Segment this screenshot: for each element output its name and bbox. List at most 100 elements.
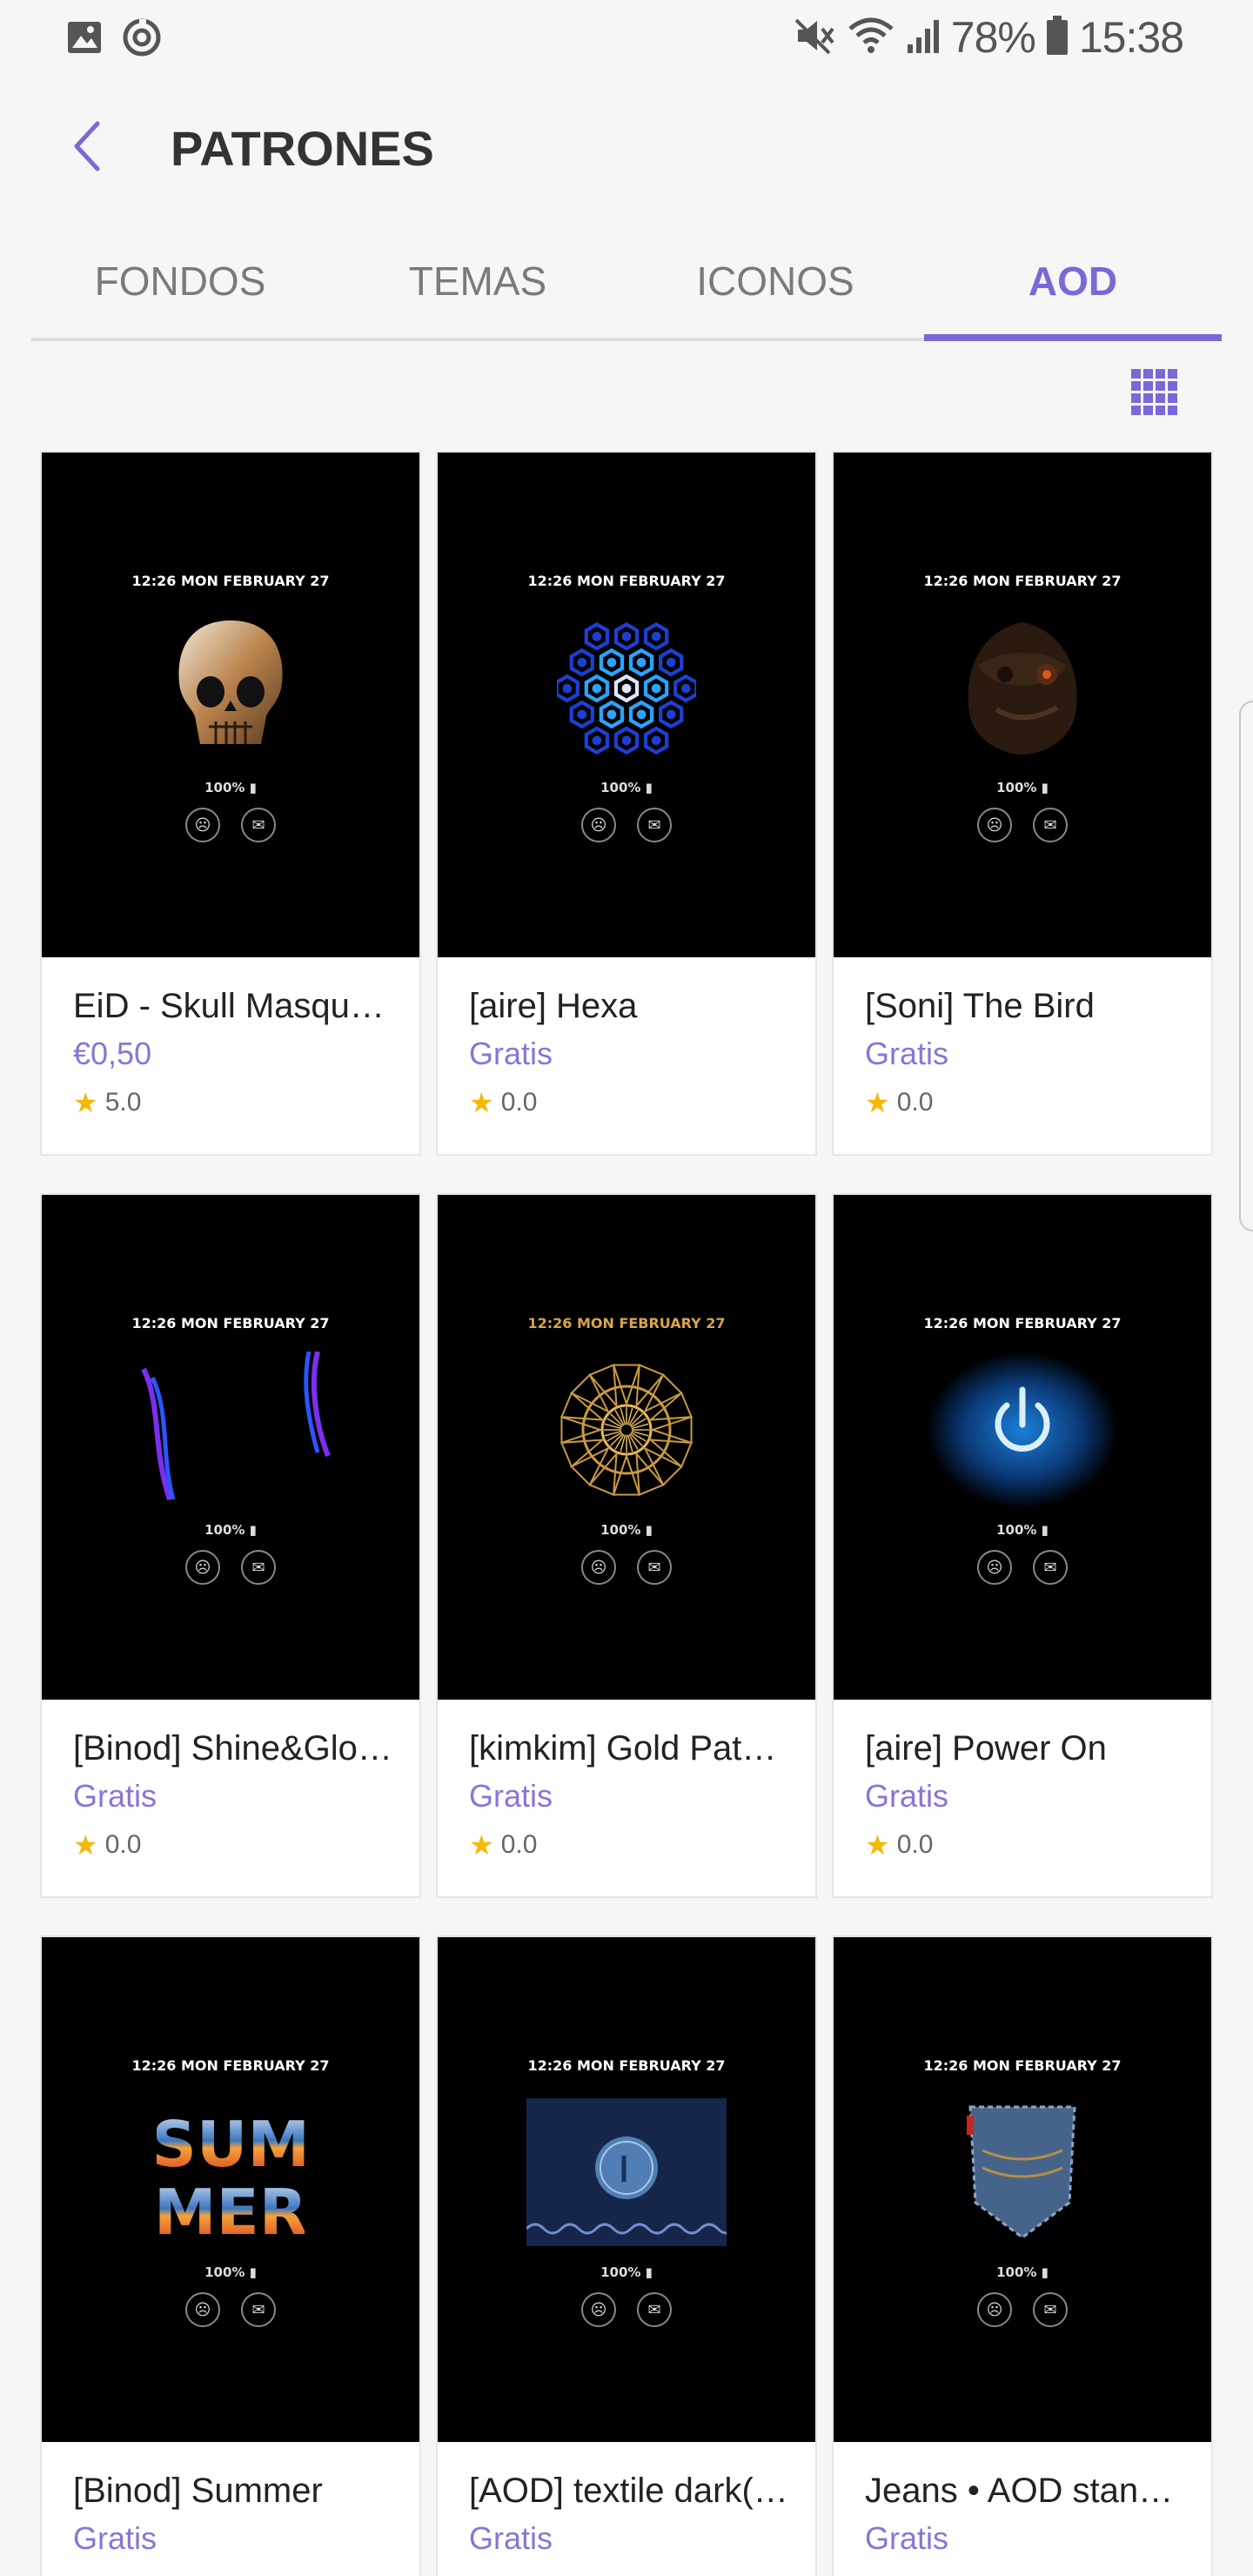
theme-preview-image[interactable]: 12:26 MON FEBRUARY 27 SUM MER 100% ▮ ☹ ✉ (42, 1937, 419, 2442)
tab-iconos[interactable]: ICONOS (626, 235, 924, 338)
theme-card[interactable]: 12:26 MON FEBRUARY 27 SUM MER 100% ▮ ☹ ✉… (40, 1935, 421, 2576)
theme-card[interactable]: 12:26 MON FEBRUARY 27 100% ▮ ☹ ✉ EiD - S… (40, 451, 421, 1156)
message-icon: ✉ (241, 808, 276, 842)
tab-fondos[interactable]: FONDOS (31, 235, 329, 338)
star-icon: ★ (865, 1087, 890, 1118)
missed-call-icon: ☹ (581, 2292, 616, 2327)
theme-price: Gratis (73, 2520, 157, 2556)
theme-preview-image[interactable]: 12:26 MON FEBRUARY 27 100% ▮ ☹ ✉ (42, 453, 419, 957)
gallery-icon (66, 20, 103, 59)
theme-title: [aire] Hexa (469, 987, 638, 1025)
preview-time: 12:26 MON FEBRUARY 27 (131, 2057, 330, 2074)
preview-artwork (438, 609, 815, 766)
theme-preview-image[interactable]: 12:26 MON FEBRUARY 27 100% ▮ ☹ ✉ (834, 1195, 1211, 1700)
message-icon: ✉ (637, 1550, 672, 1585)
theme-preview-image[interactable]: 12:26 MON FEBRUARY 27 100% ▮ ☹ ✉ (834, 1937, 1211, 2442)
scroll-indicator[interactable] (1239, 701, 1253, 1231)
clock: 15:38 (1078, 13, 1184, 62)
star-icon: ★ (469, 1829, 494, 1861)
message-icon: ✉ (241, 1550, 276, 1585)
app-header: PATRONES (0, 104, 1253, 191)
preview-battery: 100% ▮ (600, 2264, 653, 2280)
preview-time: 12:26 MON FEBRUARY 27 (131, 1315, 330, 1332)
theme-card[interactable]: 12:26 MON FEBRUARY 27 100% ▮ ☹ ✉ Jeans •… (832, 1935, 1213, 2576)
signal-icon (906, 17, 941, 59)
status-bar: 78% 15:38 (0, 0, 1253, 75)
missed-call-icon: ☹ (977, 2292, 1012, 2327)
message-icon: ✉ (1033, 2292, 1068, 2327)
preview-battery: 100% ▮ (204, 780, 257, 795)
theme-rating: ★ 0.0 (865, 1086, 933, 1119)
preview-time: 12:26 MON FEBRUARY 27 (923, 2057, 1122, 2074)
sync-icon (122, 17, 162, 62)
missed-call-icon: ☹ (977, 1550, 1012, 1585)
battery-percent: 78% (950, 13, 1036, 62)
preview-time: 12:26 MON FEBRUARY 27 (131, 573, 330, 589)
star-icon: ★ (73, 1829, 98, 1861)
tab-temas[interactable]: TEMAS (329, 235, 626, 338)
theme-preview-image[interactable]: 12:26 MON FEBRUARY 27 100% ▮ ☹ ✉ (438, 1937, 815, 2442)
missed-call-icon: ☹ (185, 1550, 220, 1585)
theme-title: [AOD] textile dark(… (469, 2472, 788, 2510)
missed-call-icon: ☹ (977, 808, 1012, 842)
theme-card[interactable]: 12:26 MON FEBRUARY 27 100% ▮ ☹ ✉ [Binod]… (40, 1193, 421, 1898)
theme-price: Gratis (865, 2520, 949, 2556)
missed-call-icon: ☹ (185, 2292, 220, 2327)
theme-preview-image[interactable]: 12:26 MON FEBRUARY 27 100% ▮ ☹ ✉ (834, 453, 1211, 957)
theme-rating: ★ 0.0 (73, 1828, 141, 1862)
theme-price: Gratis (469, 1036, 553, 1071)
theme-title: [kimkim] Gold Pat… (469, 1729, 777, 1768)
preview-battery: 100% ▮ (600, 1522, 653, 1538)
theme-preview-image[interactable]: 12:26 MON FEBRUARY 27 100% ▮ ☹ ✉ (438, 453, 815, 957)
theme-price: Gratis (865, 1778, 949, 1814)
mute-icon (794, 17, 836, 59)
theme-preview-image[interactable]: 12:26 MON FEBRUARY 27 100% ▮ ☹ ✉ (42, 1195, 419, 1700)
wifi-icon (847, 17, 895, 59)
message-icon: ✉ (1033, 808, 1068, 842)
theme-rating: ★ 0.0 (469, 1828, 537, 1862)
theme-card[interactable]: 12:26 MON FEBRUARY 27 100% ▮ ☹ ✉ [Soni] … (832, 451, 1213, 1156)
preview-time: 12:26 MON FEBRUARY 27 (527, 1315, 726, 1332)
tab-aod[interactable]: AOD (924, 235, 1222, 341)
theme-title: [Soni] The Bird (865, 987, 1095, 1025)
rating-value: 0.0 (500, 1088, 538, 1117)
theme-price: €0,50 (73, 1036, 152, 1071)
theme-card[interactable]: 12:26 MON FEBRUARY 27 100% ▮ ☹ ✉ [AOD] t… (436, 1935, 817, 2576)
message-icon: ✉ (637, 808, 672, 842)
theme-rating: ★ 0.0 (865, 1828, 933, 1862)
missed-call-icon: ☹ (581, 808, 616, 842)
preview-time: 12:26 MON FEBRUARY 27 (923, 1315, 1122, 1332)
rating-value: 0.0 (104, 1830, 142, 1859)
chevron-left-icon (70, 120, 104, 177)
tab-bar: FONDOS TEMAS ICONOS AOD (31, 235, 1222, 341)
back-button[interactable] (52, 113, 122, 183)
theme-card[interactable]: 12:26 MON FEBRUARY 27 100% ▮ ☹ ✉ [aire] … (436, 451, 817, 1156)
rating-value: 0.0 (896, 1088, 934, 1117)
message-icon: ✉ (241, 2292, 276, 2327)
preview-artwork (834, 2094, 1211, 2251)
message-icon: ✉ (1033, 1550, 1068, 1585)
rating-value: 5.0 (104, 1088, 142, 1117)
rating-value: 0.0 (500, 1830, 538, 1859)
theme-card[interactable]: 12:26 MON FEBRUARY 27 100% ▮ ☹ ✉ [aire] … (832, 1193, 1213, 1898)
rating-value: 0.0 (896, 1830, 934, 1859)
preview-battery: 100% ▮ (996, 1522, 1049, 1538)
theme-rating: ★ 0.0 (469, 1086, 537, 1119)
theme-price: Gratis (73, 1778, 157, 1814)
star-icon: ★ (469, 1087, 494, 1118)
theme-price: Gratis (865, 1036, 949, 1071)
svg-text:MER: MER (157, 2176, 305, 2246)
preview-battery: 100% ▮ (204, 2264, 257, 2280)
preview-artwork: SUM MER (42, 2094, 419, 2251)
preview-battery: 100% ▮ (996, 2264, 1049, 2280)
theme-card[interactable]: 12:26 MON FEBRUARY 27 100% ▮ ☹ ✉ [kimkim… (436, 1193, 817, 1898)
preview-battery: 100% ▮ (996, 780, 1049, 795)
star-icon: ★ (865, 1829, 890, 1861)
preview-artwork (438, 2094, 815, 2251)
theme-price: Gratis (469, 1778, 553, 1814)
grid-view-button[interactable] (1129, 367, 1178, 416)
theme-preview-image[interactable]: 12:26 MON FEBRUARY 27 100% ▮ ☹ ✉ (438, 1195, 815, 1700)
grid-icon (1129, 369, 1178, 419)
preview-time: 12:26 MON FEBRUARY 27 (527, 573, 726, 589)
missed-call-icon: ☹ (581, 1550, 616, 1585)
